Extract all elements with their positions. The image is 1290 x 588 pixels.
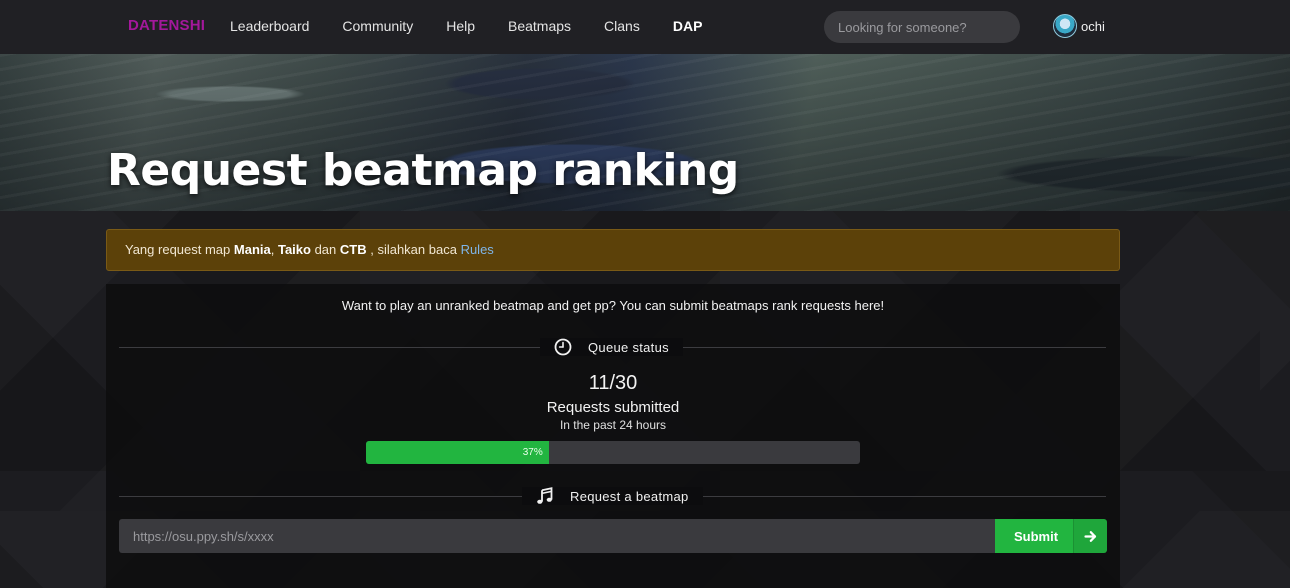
arrow-right-icon (1073, 519, 1107, 553)
queue-progress-bar: 37% (366, 441, 860, 464)
queue-status-title: Queue status (588, 339, 669, 355)
beatmap-url-input[interactable] (119, 519, 995, 553)
nav-link-beatmaps[interactable]: Beatmaps (508, 18, 571, 34)
alert-text: , silahkan baca (366, 242, 461, 257)
alert-text: Yang request map (125, 242, 234, 257)
nav-link-clans[interactable]: Clans (604, 18, 640, 34)
user-menu[interactable]: ochi (1053, 14, 1105, 38)
username[interactable]: ochi (1081, 19, 1105, 34)
alert-mode-ctb: CTB (339, 242, 367, 257)
nav-link-leaderboard[interactable]: Leaderboard (230, 18, 309, 34)
submit-button[interactable]: Submit (995, 519, 1107, 553)
intro-text: Want to play an unranked beatmap and get… (341, 298, 885, 313)
request-panel: Want to play an unranked beatmap and get… (106, 284, 1120, 588)
top-navbar: DATENSHI Leaderboard Community Help Beat… (0, 0, 1290, 54)
queue-progress-fill: 37% (366, 441, 549, 464)
queue-progress-label: 37% (522, 447, 543, 458)
queue-label: Requests submitted (546, 399, 680, 416)
site-logo[interactable]: DATENSHI (128, 17, 205, 34)
hero-banner: Request beatmap ranking (0, 54, 1290, 211)
submit-label: Submit (1013, 528, 1059, 544)
user-search-input[interactable] (838, 19, 1014, 35)
alert-separator: , (270, 242, 278, 257)
avatar[interactable] (1053, 14, 1077, 38)
alert-mode-taiko: Taiko (277, 242, 311, 257)
nav-link-help[interactable]: Help (446, 18, 475, 34)
nav-link-community[interactable]: Community (342, 18, 413, 34)
user-search (824, 11, 1020, 43)
queue-sublabel: In the past 24 hours (559, 418, 667, 432)
request-heading: Request a beatmap (522, 487, 703, 505)
rules-link[interactable]: Rules (461, 242, 494, 257)
nav-link-dap[interactable]: DAP (673, 18, 703, 34)
queue-count: 11/30 (588, 372, 638, 394)
request-title: Request a beatmap (570, 488, 689, 504)
queue-status-heading: Queue status (540, 338, 683, 356)
page-title: Request beatmap ranking (107, 145, 739, 196)
request-form: Submit (119, 519, 1107, 553)
clock-icon (554, 338, 572, 356)
alert-mode-mania: Mania (233, 242, 271, 257)
nav-links: Leaderboard Community Help Beatmaps Clan… (230, 18, 735, 34)
music-note-icon (537, 487, 553, 504)
rules-alert: Yang request map Mania, Taiko dan CTB , … (106, 229, 1120, 271)
alert-separator: dan (310, 242, 340, 257)
